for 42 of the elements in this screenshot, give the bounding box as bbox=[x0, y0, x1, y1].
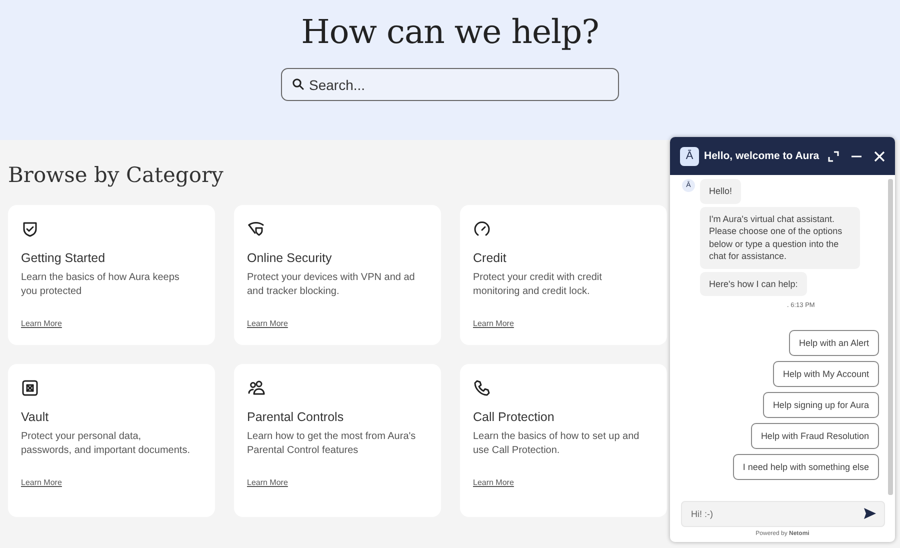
card-title: Credit bbox=[473, 251, 508, 265]
page-title: How can we help? bbox=[301, 12, 599, 51]
learn-more-link[interactable]: Learn More bbox=[247, 478, 288, 487]
expand-icon[interactable] bbox=[828, 150, 839, 162]
card-title: Online Security bbox=[247, 251, 333, 265]
learn-more-link[interactable]: Learn More bbox=[473, 478, 514, 487]
vault-icon bbox=[21, 379, 39, 397]
learn-more-link[interactable]: Learn More bbox=[473, 319, 514, 328]
learn-more-link[interactable]: Learn More bbox=[21, 319, 62, 328]
chat-message: Hello! bbox=[700, 179, 742, 204]
learn-more-link[interactable]: Learn More bbox=[247, 319, 288, 328]
card-title: Parental Controls bbox=[247, 410, 345, 424]
chat-message: Here's how I can help: bbox=[700, 272, 807, 296]
quick-reply-button[interactable]: Help with Fraud Resolution bbox=[750, 423, 879, 449]
send-icon[interactable] bbox=[864, 508, 876, 519]
learn-more-link[interactable]: Learn More bbox=[21, 478, 62, 487]
phone-icon bbox=[473, 379, 491, 397]
card-description: Learn the basics of how Aura keeps you protected bbox=[21, 271, 180, 299]
quick-reply-button[interactable]: I need help with something else bbox=[732, 454, 879, 480]
chat-title: Hello, welcome to Aura bbox=[704, 150, 820, 162]
shield-check-icon bbox=[21, 220, 39, 238]
chat-message: I'm Aura's virtual chat assistant. Please choose one of the options below or type a question into the chat for assistance. bbox=[700, 206, 860, 268]
section-title: Browse by Category bbox=[8, 163, 224, 187]
quick-reply-button[interactable]: Help signing up for Aura bbox=[762, 392, 879, 418]
card-description: Learn the basics of how to set up and use Call Protection. bbox=[473, 430, 640, 458]
scrollbar[interactable] bbox=[888, 179, 893, 495]
card-title: Call Protection bbox=[473, 410, 556, 424]
gauge-icon bbox=[473, 220, 491, 238]
card-title: Vault bbox=[21, 410, 50, 424]
eye-shield-icon bbox=[247, 220, 265, 238]
card-title: Getting Started bbox=[21, 251, 106, 265]
people-icon bbox=[247, 379, 265, 397]
card-description: Protect your personal data, passwords, and important documents. bbox=[21, 430, 191, 458]
close-icon[interactable] bbox=[874, 150, 885, 162]
message-field[interactable]: Hi! :-) bbox=[681, 501, 885, 527]
chat-logo: Ā bbox=[680, 146, 699, 166]
quick-reply-button[interactable]: Help with an Alert bbox=[788, 330, 879, 356]
quick-reply-button[interactable]: Help with My Account bbox=[772, 361, 879, 387]
card-description: Learn how to get the most from Aura's Parental Control features bbox=[247, 430, 417, 458]
search-field[interactable]: Search... bbox=[281, 68, 619, 101]
card-description: Protect your devices with VPN and ad and tracker blocking. bbox=[247, 271, 416, 299]
card-description: Protect your credit with credit monitoring and credit lock. bbox=[473, 271, 603, 299]
